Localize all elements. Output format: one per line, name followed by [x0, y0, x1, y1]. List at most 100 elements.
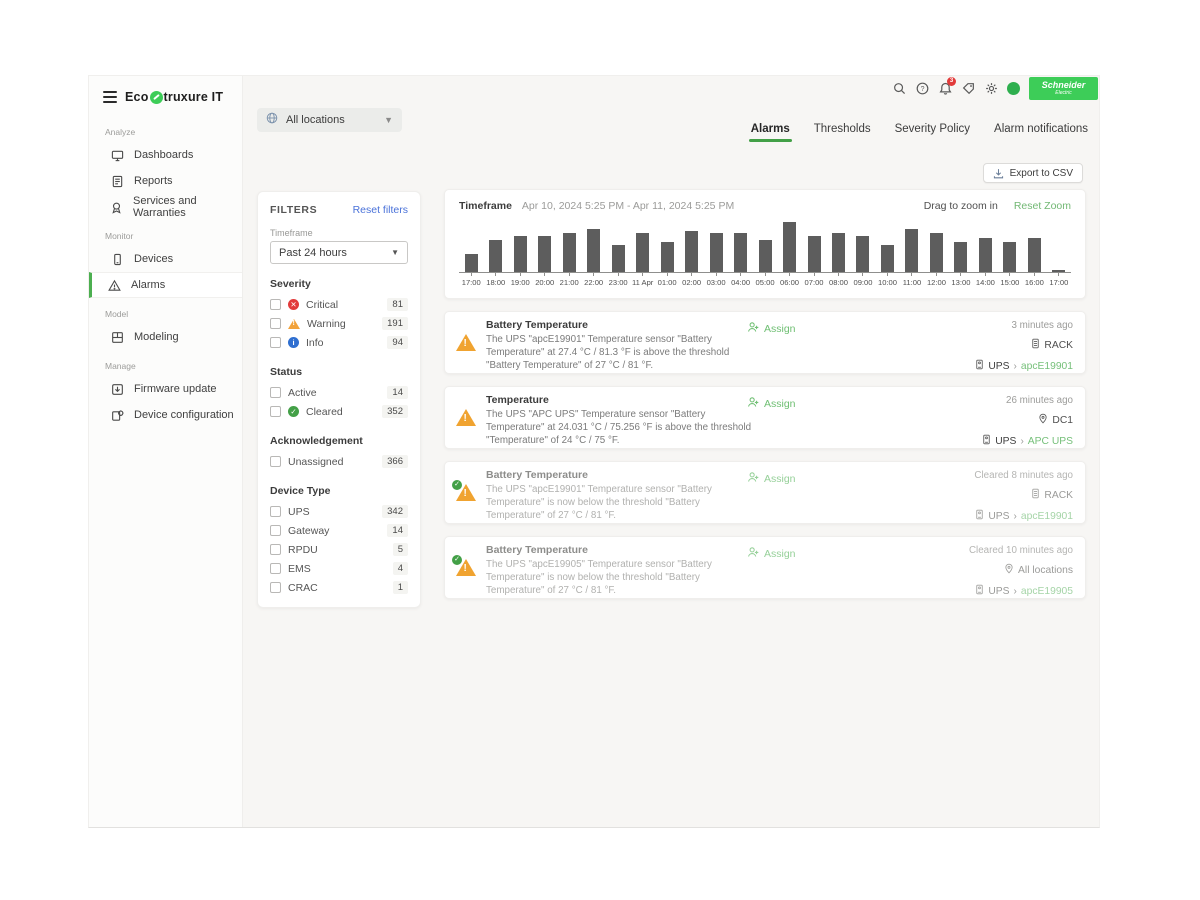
- notifications-bell-icon[interactable]: 3: [938, 81, 952, 95]
- assign-button[interactable]: Assign: [747, 546, 796, 561]
- device-name-link[interactable]: APC UPS: [1028, 435, 1073, 448]
- reset-filters-link[interactable]: Reset filters: [353, 204, 408, 216]
- histogram-bar[interactable]: [612, 245, 625, 272]
- schneider-electric-logo[interactable]: Schneider Electric: [1029, 77, 1098, 100]
- histogram-bar[interactable]: [759, 240, 772, 272]
- location-filter-dropdown[interactable]: All locations ▼: [257, 108, 402, 132]
- alarm-device-breadcrumb: UPS›apcE19905: [969, 584, 1073, 599]
- assign-button[interactable]: Assign: [747, 321, 796, 336]
- checkbox[interactable]: [270, 406, 281, 417]
- sidebar-item-services-and-warranties[interactable]: Services and Warranties: [89, 194, 242, 220]
- checkbox[interactable]: [270, 299, 281, 310]
- sidebar-item-alarms[interactable]: Alarms: [89, 272, 242, 298]
- checkbox[interactable]: [270, 582, 281, 593]
- histogram-bar[interactable]: [856, 236, 869, 272]
- device-name-link[interactable]: apcE19905: [1021, 585, 1073, 598]
- sidebar-item-dashboards[interactable]: Dashboards: [89, 142, 242, 168]
- assign-button[interactable]: Assign: [747, 396, 796, 411]
- reset-zoom-link[interactable]: Reset Zoom: [1014, 200, 1071, 212]
- device-name-link[interactable]: apcE19901: [1021, 510, 1073, 523]
- checkbox[interactable]: [270, 318, 281, 329]
- search-icon[interactable]: [892, 81, 906, 95]
- histogram-bar[interactable]: [661, 242, 674, 272]
- histogram-bar[interactable]: [808, 236, 821, 272]
- histogram-bar[interactable]: [930, 233, 943, 272]
- histogram-bar[interactable]: [710, 233, 723, 272]
- histogram-bar[interactable]: [587, 229, 600, 272]
- histogram-bar[interactable]: [979, 238, 992, 272]
- tab-thresholds[interactable]: Thresholds: [814, 123, 871, 142]
- sidebar-item-reports[interactable]: Reports: [89, 168, 242, 194]
- filter-option-cleared[interactable]: ✓Cleared352: [270, 402, 408, 421]
- export-to-csv-button[interactable]: Export to CSV: [983, 163, 1083, 183]
- filter-option-info[interactable]: iInfo94: [270, 333, 408, 352]
- alarm-card[interactable]: Battery TemperatureThe UPS "apcE19901" T…: [444, 311, 1086, 374]
- filter-option-unassigned[interactable]: Unassigned366: [270, 452, 408, 471]
- checkbox[interactable]: [270, 563, 281, 574]
- user-avatar[interactable]: [1007, 82, 1020, 95]
- filter-option-critical[interactable]: ✕Critical81: [270, 295, 408, 314]
- filter-option-active[interactable]: Active14: [270, 383, 408, 402]
- alarm-location[interactable]: DC1: [982, 413, 1073, 428]
- alarm-card[interactable]: ✓ Battery TemperatureThe UPS "apcE19905" …: [444, 536, 1086, 599]
- histogram-bar[interactable]: [1028, 238, 1041, 272]
- histogram-bar[interactable]: [905, 229, 918, 272]
- histogram-bar[interactable]: [636, 233, 649, 272]
- alarm-location[interactable]: All locations: [969, 563, 1073, 578]
- histogram-bar[interactable]: [465, 254, 478, 272]
- device-name-link[interactable]: apcE19901: [1021, 360, 1073, 373]
- rack-icon: [1031, 338, 1040, 353]
- histogram-bar[interactable]: [783, 222, 796, 272]
- filter-option-warning[interactable]: Warning191: [270, 314, 408, 333]
- checkbox[interactable]: [270, 544, 281, 555]
- location-pin-icon: [1004, 563, 1014, 578]
- filter-option-rpdu[interactable]: RPDU5: [270, 540, 408, 559]
- cleared-check-icon: ✓: [452, 555, 462, 565]
- filter-option-ups[interactable]: UPS342: [270, 502, 408, 521]
- checkbox[interactable]: [270, 506, 281, 517]
- histogram-bar[interactable]: [734, 233, 747, 272]
- histogram-bar[interactable]: [514, 236, 527, 272]
- filter-option-ems[interactable]: EMS4: [270, 559, 408, 578]
- menu-icon[interactable]: [103, 88, 117, 106]
- histogram-bar[interactable]: [1003, 242, 1016, 272]
- tab-severity-policy[interactable]: Severity Policy: [895, 123, 970, 142]
- alarm-text: Battery TemperatureThe UPS "apcE19905" T…: [486, 544, 758, 597]
- histogram-bar[interactable]: [881, 245, 894, 272]
- ups-device-icon: [975, 359, 984, 374]
- histogram-bar[interactable]: [1052, 270, 1065, 272]
- checkbox[interactable]: [270, 525, 281, 536]
- histogram-bar[interactable]: [563, 233, 576, 272]
- histogram-bar[interactable]: [954, 242, 967, 272]
- histogram-bar[interactable]: [489, 240, 502, 272]
- histogram-bar[interactable]: [832, 233, 845, 272]
- histogram-bar[interactable]: [685, 231, 698, 272]
- histogram-bar[interactable]: [538, 236, 551, 272]
- alarm-location[interactable]: RACK: [975, 338, 1073, 353]
- checkbox[interactable]: [270, 337, 281, 348]
- feedback-tag-icon[interactable]: [961, 81, 975, 95]
- assign-button[interactable]: Assign: [747, 471, 796, 486]
- alarm-card[interactable]: ✓Battery TemperatureThe UPS "apcE19901" …: [444, 461, 1086, 524]
- alarm-card[interactable]: TemperatureThe UPS "APC UPS" Temperature…: [444, 386, 1086, 449]
- checkbox[interactable]: [270, 456, 281, 467]
- sidebar-item-devices[interactable]: Devices: [89, 246, 242, 272]
- axis-label: 03:00: [707, 278, 726, 287]
- tab-alarms[interactable]: Alarms: [751, 123, 790, 142]
- tab-alarm-notifications[interactable]: Alarm notifications: [994, 123, 1088, 142]
- axis-label: 22:00: [584, 278, 603, 287]
- axis-tick: [814, 273, 815, 276]
- settings-gear-icon[interactable]: [984, 81, 998, 95]
- checkbox[interactable]: [270, 387, 281, 398]
- filter-option-crac[interactable]: CRAC1: [270, 578, 408, 597]
- sidebar-item-label: Reports: [134, 175, 173, 187]
- sidebar-item-firmware-update[interactable]: Firmware update: [89, 376, 242, 402]
- filter-option-gateway[interactable]: Gateway14: [270, 521, 408, 540]
- alarm-location[interactable]: RACK: [974, 488, 1073, 503]
- alarm-histogram[interactable]: 17:0018:0019:0020:0021:0022:0023:0011 Ap…: [459, 220, 1071, 287]
- sidebar-item-device-configuration[interactable]: Device configuration: [89, 402, 242, 428]
- filter-option-label: RPDU: [288, 544, 386, 556]
- timeframe-select[interactable]: Past 24 hours ▼: [270, 241, 408, 264]
- sidebar-item-modeling[interactable]: Modeling: [89, 324, 242, 350]
- help-icon[interactable]: ?: [915, 81, 929, 95]
